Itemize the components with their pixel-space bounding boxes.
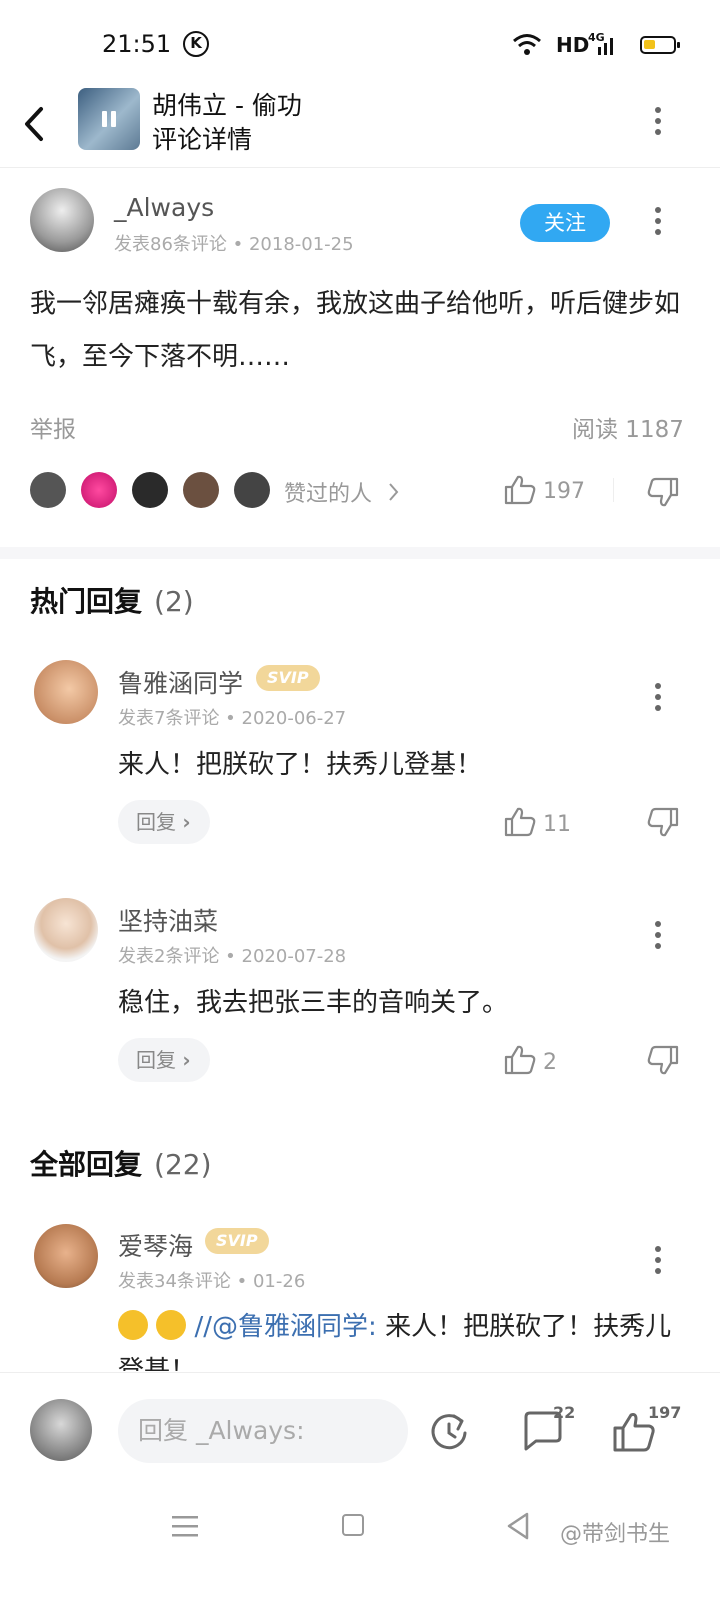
dislike-icon[interactable] <box>646 806 680 838</box>
like-badge: 197 <box>648 1403 682 1422</box>
reply-button[interactable]: 回复 › <box>118 1038 210 1082</box>
like-count: 11 <box>543 812 571 837</box>
liked-by-label: 赞过的人 <box>284 482 373 507</box>
report-link[interactable]: 举报 <box>30 410 76 444</box>
hd-label: HD <box>556 33 590 57</box>
avatar[interactable] <box>30 188 94 252</box>
reply-button[interactable]: 回复 › <box>118 800 210 844</box>
liker-avatar <box>132 472 168 508</box>
bottom-bar: 回复 _Always: 22 197 <box>0 1372 720 1490</box>
thinking-emoji-icon <box>156 1310 187 1340</box>
reply-text-block: //@鲁雅涵同学: 来人！把朕砍了！扶秀儿登基！ <box>118 1305 678 1371</box>
comment-meta: 发表86条评论 • 2018-01-25 <box>114 234 354 255</box>
k-app-icon: K <box>183 31 209 57</box>
comment-text: 我一邻居瘫痪十载有余，我放这曲子给他听，听后健步如飞，至今下落不明…… <box>30 289 681 372</box>
follow-button[interactable]: 关注 <box>520 204 610 242</box>
back-icon[interactable] <box>22 106 46 142</box>
liker-avatar <box>81 472 117 508</box>
chevron-right-icon <box>389 483 399 501</box>
svip-badge: SVIP <box>256 665 320 691</box>
svip-badge: SVIP <box>205 1228 269 1254</box>
reply-button-label: 回复 <box>136 1048 176 1072</box>
reply-text: 稳住，我去把张三丰的音响关了。 <box>118 988 509 1018</box>
read-count: 阅读 1187 <box>572 417 684 443</box>
dislike-icon[interactable] <box>646 476 680 508</box>
like-count: 197 <box>543 479 585 504</box>
top-bar: 胡伟立 - 偷功 评论详情 <box>0 80 720 168</box>
divider <box>613 478 614 502</box>
liker-avatar <box>234 472 270 508</box>
reply-meta: 发表2条评论 • 2020-07-28 <box>118 946 347 967</box>
reply-button-label: 回复 <box>136 810 176 834</box>
song-cover[interactable] <box>78 88 140 150</box>
reply-username[interactable]: 鲁雅涵同学 <box>118 664 243 700</box>
back-nav-icon[interactable] <box>506 1512 530 1540</box>
comment-more-icon[interactable] <box>654 207 662 239</box>
my-avatar[interactable] <box>30 1399 92 1461</box>
like-icon[interactable] <box>503 474 537 506</box>
liked-by-row[interactable]: 赞过的人 <box>30 472 420 512</box>
pause-icon[interactable] <box>98 108 120 130</box>
comment-username[interactable]: _Always <box>114 193 214 222</box>
avatar[interactable] <box>34 1224 98 1288</box>
liker-avatar <box>183 472 219 508</box>
battery-icon <box>640 36 680 54</box>
all-count: (22) <box>154 1148 212 1181</box>
watermark: @带剑书生 <box>560 1522 671 1547</box>
hot-replies-title: 热门回复 (2) <box>30 580 194 620</box>
home-icon[interactable] <box>342 1514 364 1536</box>
hot-count: (2) <box>154 585 194 618</box>
dislike-icon[interactable] <box>646 1044 680 1076</box>
section-divider <box>0 547 720 559</box>
menu-icon[interactable] <box>172 1514 198 1538</box>
liker-avatar <box>30 472 66 508</box>
reply-more-icon[interactable] <box>654 683 662 715</box>
wifi-icon <box>513 34 541 55</box>
all-replies-title: 全部回复 (22) <box>30 1143 212 1183</box>
comment-badge: 22 <box>553 1403 576 1422</box>
status-bar: 21:51 K HD 4G <box>0 0 720 80</box>
reply-more-icon[interactable] <box>654 1246 662 1278</box>
replay-icon[interactable] <box>428 1411 470 1453</box>
reply-meta: 发表7条评论 • 2020-06-27 <box>118 708 347 729</box>
reply-more-icon[interactable] <box>654 921 662 953</box>
reply-username[interactable]: 坚持油菜 <box>118 902 218 938</box>
more-icon[interactable] <box>654 107 662 139</box>
mention-link[interactable]: //@鲁雅涵同学: <box>195 1312 377 1342</box>
signal-icon <box>598 38 613 55</box>
song-title: 胡伟立 - 偷功 <box>152 91 302 120</box>
avatar[interactable] <box>34 660 98 724</box>
avatar[interactable] <box>34 898 98 962</box>
reply-username[interactable]: 爱琴海 <box>118 1227 193 1263</box>
like-icon[interactable] <box>503 806 537 838</box>
system-nav-bar: @带剑书生 <box>0 1490 720 1600</box>
thinking-emoji-icon <box>118 1310 148 1340</box>
page-title: 评论详情 <box>152 125 253 154</box>
reply-meta: 发表34条评论 • 01-26 <box>118 1271 306 1292</box>
reply-input[interactable]: 回复 _Always: <box>118 1399 408 1463</box>
like-count: 2 <box>543 1050 557 1075</box>
like-icon[interactable] <box>503 1044 537 1076</box>
hot-title-text: 热门回复 <box>30 585 143 618</box>
status-time: 21:51 <box>102 30 172 58</box>
reply-text: 来人！把朕砍了！扶秀儿登基！ <box>118 750 483 780</box>
all-title-text: 全部回复 <box>30 1148 143 1181</box>
